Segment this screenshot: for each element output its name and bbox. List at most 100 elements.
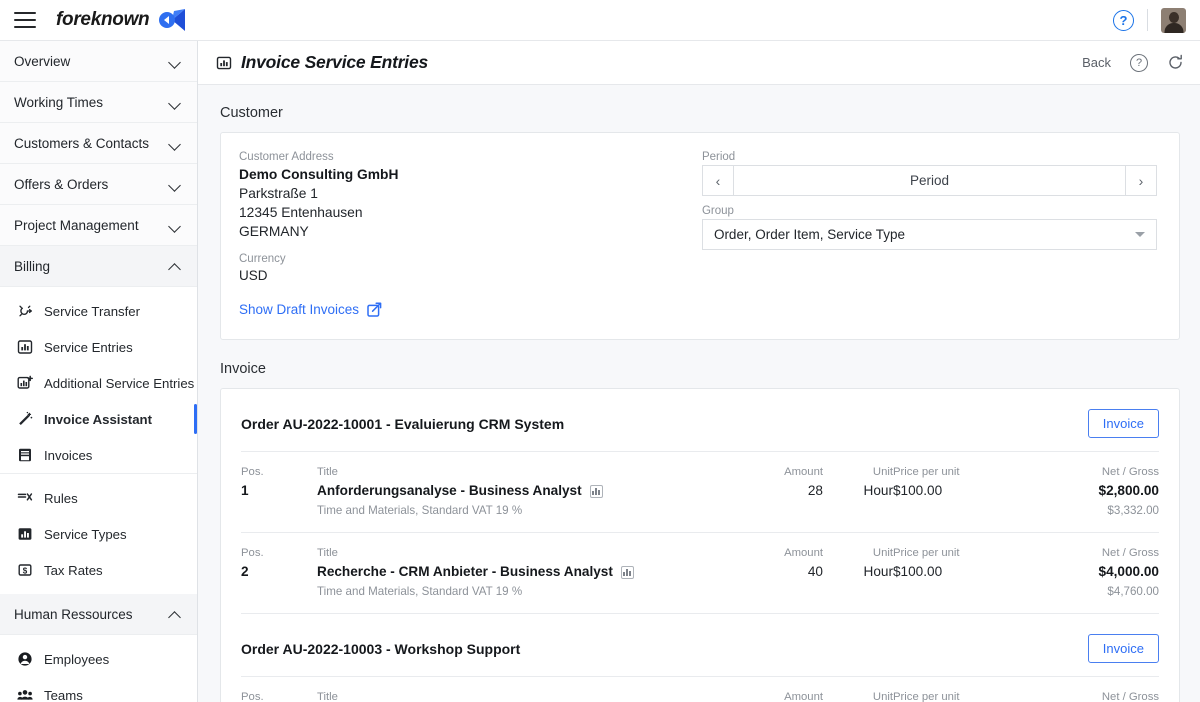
help-icon[interactable]: ?	[1113, 9, 1134, 31]
sidebar-item-service-transfer[interactable]: Service Transfer	[0, 293, 197, 329]
help-icon[interactable]: ?	[1130, 53, 1148, 72]
period-selector: ‹ Period ›	[701, 165, 1157, 196]
sidebar-group-label: Billing	[14, 258, 51, 274]
brand-logo[interactable]: foreknown	[56, 8, 186, 32]
cell-net-gross: Net / Gross $2,800.00 $3,332.00	[989, 465, 1159, 518]
bar-chart-plus-icon	[16, 375, 33, 392]
cell-amount: Amount 28	[711, 465, 823, 518]
sidebar-group-working-times[interactable]: Working Times	[0, 82, 197, 123]
group-label: Group	[701, 205, 734, 217]
table-row[interactable]: Pos. 2 Title Recherche - CRM Anbieter - …	[241, 533, 1159, 613]
cell-pos: Pos. 1	[241, 465, 317, 518]
sidebar-group-project-management[interactable]: Project Management	[0, 205, 197, 246]
value-amount: 28	[807, 483, 823, 498]
refresh-icon[interactable]	[1167, 54, 1184, 71]
bar-chart-icon[interactable]	[620, 565, 634, 579]
value-unit: Hour	[863, 564, 893, 579]
sidebar-group-offers-orders[interactable]: Offers & Orders	[0, 164, 197, 205]
column-header-pos: Pos.	[241, 466, 264, 478]
period-label: Period	[701, 151, 736, 163]
customer-address-label: Customer Address	[239, 151, 334, 163]
column-header-pos: Pos.	[241, 547, 264, 559]
invoice-button[interactable]: Invoice	[1087, 409, 1159, 438]
sidebar-item-invoice-assistant[interactable]: Invoice Assistant	[0, 401, 197, 437]
bar-chart-icon[interactable]	[589, 484, 603, 498]
customer-filters: Period ‹ Period › Group Order, Order Ite…	[701, 151, 1157, 319]
table-row[interactable]: Pos. 1 Title Anforderungsanalyse - Busin…	[241, 452, 1159, 532]
sidebar-item-service-types[interactable]: Service Types	[0, 516, 197, 552]
sidebar-item-label: Employees	[44, 651, 110, 667]
bar-chart-icon	[16, 526, 33, 543]
value-subtitle: Time and Materials, Standard VAT 19 %	[317, 585, 523, 598]
sidebar-item-label: Service Types	[44, 526, 127, 542]
show-draft-invoices-label: Show Draft Invoices	[239, 302, 360, 317]
order-block: Order AU-2022-10001 - Evaluierung CRM Sy…	[221, 389, 1179, 614]
sidebar-item-label: Invoices	[44, 447, 93, 463]
customer-card: Customer Address Demo Consulting GmbH Pa…	[220, 132, 1180, 340]
invoice-icon	[16, 447, 33, 464]
bar-chart-icon	[216, 55, 232, 71]
currency-label: Currency	[239, 253, 286, 265]
back-button[interactable]: Back	[1082, 55, 1111, 70]
cell-net-gross: Net / Gross $4,000.00 $4,760.00	[989, 546, 1159, 599]
chevron-down-icon	[170, 181, 181, 188]
show-draft-invoices-link[interactable]: Show Draft Invoices	[239, 302, 382, 317]
people-icon	[16, 687, 33, 702]
sidebar-group-label: Human Ressources	[14, 606, 133, 622]
cell-pos: Pos. 2	[241, 546, 317, 599]
group-select[interactable]: Order, Order Item, Service Type	[701, 219, 1157, 250]
period-value[interactable]: Period	[733, 165, 1125, 196]
sidebar-item-employees[interactable]: Employees	[0, 641, 197, 677]
period-next-button[interactable]: ›	[1125, 165, 1157, 196]
customer-street: Parkstraße 1	[239, 186, 318, 201]
chevron-down-icon	[170, 140, 181, 147]
customer-section-label: Customer	[220, 105, 283, 121]
sidebar-group-overview[interactable]: Overview	[0, 41, 197, 82]
cell-unit: Unit Hour	[823, 546, 893, 599]
value-price: $100.00	[893, 483, 943, 498]
column-header-pos: Pos.	[241, 691, 264, 702]
chevron-down-icon	[170, 99, 181, 106]
column-header-unit: Unit	[872, 466, 893, 478]
cell-title: Title Workshop Preparation - Architekt*i…	[317, 690, 711, 702]
cell-net-gross: Net / Gross $500.00 $595.00	[989, 690, 1159, 702]
cell-unit: Unit Hour	[823, 465, 893, 518]
avatar[interactable]	[1161, 7, 1186, 33]
column-header-unit: Unit	[872, 547, 893, 559]
sidebar-group-label: Working Times	[14, 94, 104, 110]
sidebar-item-tax-rates[interactable]: $ Tax Rates	[0, 552, 197, 588]
invoice-button[interactable]: Invoice	[1087, 634, 1159, 663]
period-prev-button[interactable]: ‹	[701, 165, 734, 196]
divider	[1147, 9, 1148, 31]
group-select-value: Order, Order Item, Service Type	[713, 227, 906, 242]
currency-value: USD	[239, 268, 268, 283]
value-price: $100.00	[893, 564, 943, 579]
sidebar-group-billing[interactable]: Billing	[0, 246, 197, 287]
cell-amount: Amount 40	[711, 546, 823, 599]
sidebar-item-service-entries[interactable]: Service Entries	[0, 329, 197, 365]
sidebar-item-additional-service-entries[interactable]: Additional Service Entries	[0, 365, 197, 401]
customer-details: Customer Address Demo Consulting GmbH Pa…	[239, 151, 702, 319]
hamburger-menu-icon[interactable]	[14, 12, 36, 28]
chevron-up-icon	[170, 611, 181, 618]
cell-pos: Pos. 1	[241, 690, 317, 702]
cell-amount: Amount 5	[711, 690, 823, 702]
column-header-title: Title	[317, 547, 338, 559]
sidebar-group-customers-contacts[interactable]: Customers & Contacts	[0, 123, 197, 164]
dollar-box-icon: $	[16, 562, 33, 579]
order-title: Order AU-2022-10003 - Workshop Support	[241, 640, 521, 657]
external-link-icon	[367, 302, 382, 317]
sidebar-item-rules[interactable]: Rules	[0, 480, 197, 516]
top-bar-actions: ?	[1113, 7, 1200, 33]
page-header-actions: Back ?	[1082, 53, 1184, 72]
sidebar-item-teams[interactable]: Teams	[0, 677, 197, 702]
sidebar-item-invoices[interactable]: Invoices	[0, 437, 197, 473]
sidebar-group-human-ressources[interactable]: Human Ressources	[0, 594, 197, 635]
sidebar: Overview Working Times Customers & Conta…	[0, 41, 198, 702]
column-header-unit: Unit	[872, 691, 893, 702]
value-title: Recherche - CRM Anbieter - Business Anal…	[317, 564, 613, 579]
svg-text:$: $	[22, 566, 27, 575]
customer-country: GERMANY	[239, 224, 309, 239]
column-header-net-gross: Net / Gross	[1101, 547, 1159, 559]
table-row[interactable]: Pos. 1 Title Workshop Preparation - Arch…	[241, 677, 1159, 702]
